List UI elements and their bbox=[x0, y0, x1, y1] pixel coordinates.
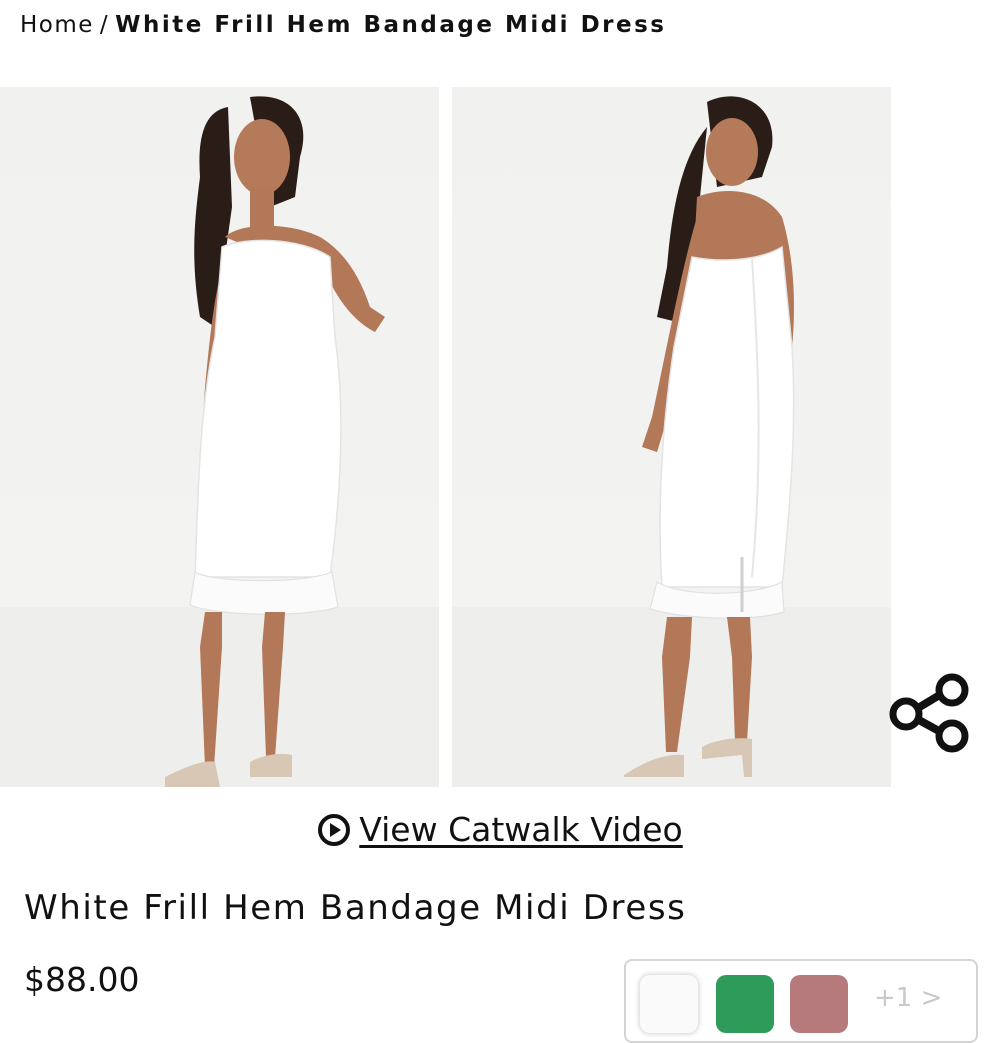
product-title: White Frill Hem Bandage Midi Dress bbox=[24, 888, 687, 928]
breadcrumb-home-link[interactable]: Home bbox=[20, 12, 94, 38]
breadcrumb: Home / White Frill Hem Bandage Midi Dress bbox=[20, 12, 666, 38]
product-image-front[interactable] bbox=[0, 87, 439, 787]
breadcrumb-current: White Frill Hem Bandage Midi Dress bbox=[115, 12, 667, 38]
model-back-photo bbox=[452, 96, 891, 787]
more-colors-link[interactable]: +1 > bbox=[874, 983, 942, 1013]
catwalk-video-link-row: View Catwalk Video bbox=[0, 810, 1000, 855]
model-front-photo bbox=[0, 96, 439, 787]
view-catwalk-video-link[interactable]: View Catwalk Video bbox=[359, 810, 682, 849]
color-swatch-mauve[interactable] bbox=[790, 975, 848, 1033]
product-image-back[interactable] bbox=[452, 87, 891, 787]
product-price: $88.00 bbox=[24, 960, 140, 999]
color-swatch-selector: +1 > bbox=[624, 959, 978, 1043]
product-gallery bbox=[0, 87, 891, 787]
share-icon bbox=[889, 673, 969, 753]
share-button[interactable] bbox=[886, 672, 972, 758]
breadcrumb-separator: / bbox=[99, 12, 110, 38]
play-circle-icon bbox=[317, 813, 351, 855]
color-swatch-white[interactable] bbox=[640, 975, 698, 1033]
color-swatch-green[interactable] bbox=[716, 975, 774, 1033]
